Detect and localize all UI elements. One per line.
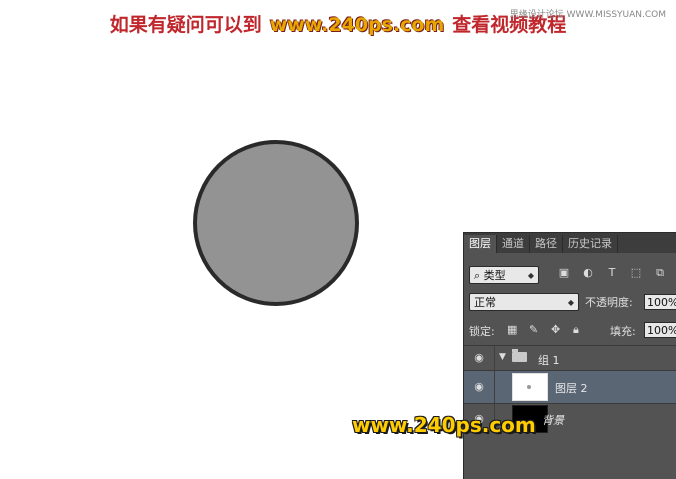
- blend-mode-select[interactable]: 正常 ◆: [469, 293, 579, 311]
- document-canvas[interactable]: 如果有疑问可以到 www.240ps.com 查看视频教程 思缘设计论坛 WWW.M…: [0, 0, 676, 479]
- visibility-eye-icon[interactable]: ◉: [471, 381, 487, 393]
- filter-select-label: 类型: [483, 269, 506, 282]
- layers-panel: 图层 通道 路径 历史记录 ⌕ 类型 ◆ ▣ ◐ T ⬚ ⧉ 正常 ◆ 不透明度: …: [463, 232, 676, 479]
- opacity-label: 不透明度:: [585, 296, 633, 309]
- layer-name: 图层 2: [555, 382, 588, 395]
- banner-text-1: 如果有疑问可以到: [109, 14, 262, 36]
- tab-layers[interactable]: 图层: [464, 235, 497, 253]
- site-watermark: 思缘设计论坛 WWW.MISSYUAN.COM: [509, 10, 666, 20]
- tab-channels[interactable]: 通道: [497, 235, 530, 253]
- type-filter-icon[interactable]: T: [604, 266, 620, 279]
- tab-paths[interactable]: 路径: [530, 235, 563, 253]
- opacity-field[interactable]: 100%: [644, 294, 676, 310]
- chevron-updown-icon: ◆: [527, 271, 534, 280]
- lock-position-icon[interactable]: ✥: [551, 323, 560, 336]
- smart-object-filter-icon[interactable]: ⧉: [652, 266, 668, 280]
- site-url-watermark: www.240ps.com: [352, 413, 536, 437]
- layer-row-group[interactable]: ◉ ▼ 组 1: [464, 345, 676, 370]
- layer-name: 组 1: [538, 354, 560, 367]
- layer-name: 背景: [542, 414, 564, 427]
- fill-label: 填充:: [610, 325, 636, 338]
- tab-history[interactable]: 历史记录: [563, 235, 618, 253]
- visibility-eye-icon[interactable]: ◉: [471, 352, 487, 364]
- blend-mode-label: 正常: [474, 296, 496, 309]
- layer-filter-select[interactable]: ⌕ 类型 ◆: [469, 266, 539, 284]
- panel-tabs: 图层 通道 路径 历史记录: [464, 233, 676, 253]
- folder-icon: [512, 349, 527, 362]
- banner-url: www.240ps.com: [269, 14, 445, 36]
- eye-column-divider: [494, 371, 495, 403]
- gray-circle-shape[interactable]: [193, 140, 359, 306]
- expand-triangle-icon[interactable]: ▼: [499, 352, 506, 362]
- chevron-updown-icon: ◆: [567, 298, 574, 307]
- lock-all-icon[interactable]: 🔒︎: [573, 323, 579, 337]
- search-icon: ⌕: [474, 269, 484, 282]
- layer-row-selected[interactable]: ◉ 图层 2: [464, 370, 676, 403]
- thumbnail-content: [527, 385, 531, 389]
- adjustment-filter-icon[interactable]: ◐: [580, 266, 596, 279]
- shape-filter-icon[interactable]: ⬚: [628, 266, 644, 279]
- eye-column-divider: [494, 346, 495, 370]
- layer-thumbnail: [512, 373, 548, 401]
- lock-label: 锁定:: [469, 325, 495, 338]
- lock-transparency-icon[interactable]: ▦: [507, 323, 517, 336]
- fill-field[interactable]: 100%: [644, 322, 676, 338]
- lock-pixels-icon[interactable]: ✎: [529, 323, 538, 336]
- image-filter-icon[interactable]: ▣: [556, 266, 572, 279]
